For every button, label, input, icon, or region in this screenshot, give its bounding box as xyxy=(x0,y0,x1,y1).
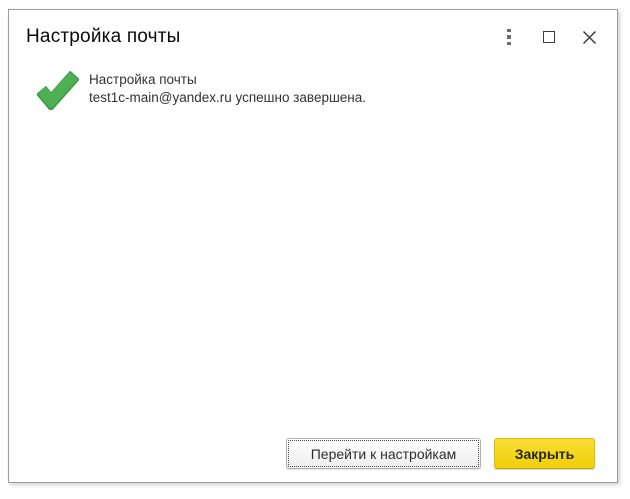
go-to-settings-button[interactable]: Перейти к настройкам xyxy=(286,438,481,469)
status-message-line2: test1c-main@yandex.ru успешно завершена. xyxy=(89,90,367,105)
mail-setup-dialog: Настройка почты Настройка почты test1c-m… xyxy=(8,9,618,483)
footer-button-bar: Перейти к настройкам Закрыть xyxy=(286,438,595,469)
status-message-line1: Настройка почты xyxy=(89,72,197,87)
page-title: Настройка почты xyxy=(26,26,181,47)
close-window-button[interactable] xyxy=(581,28,597,46)
maximize-icon xyxy=(543,31,555,43)
maximize-button[interactable] xyxy=(541,28,557,46)
success-check-icon xyxy=(37,70,79,110)
titlebar: Настройка почты xyxy=(9,10,617,60)
close-button[interactable]: Закрыть xyxy=(494,438,595,469)
window-controls xyxy=(501,28,597,46)
kebab-menu-icon xyxy=(507,28,511,46)
close-icon xyxy=(582,30,596,44)
message-area: Настройка почты test1c-main@yandex.ru ус… xyxy=(9,60,617,110)
kebab-menu-button[interactable] xyxy=(501,28,517,46)
status-message: Настройка почты test1c-main@yandex.ru ус… xyxy=(89,71,366,107)
